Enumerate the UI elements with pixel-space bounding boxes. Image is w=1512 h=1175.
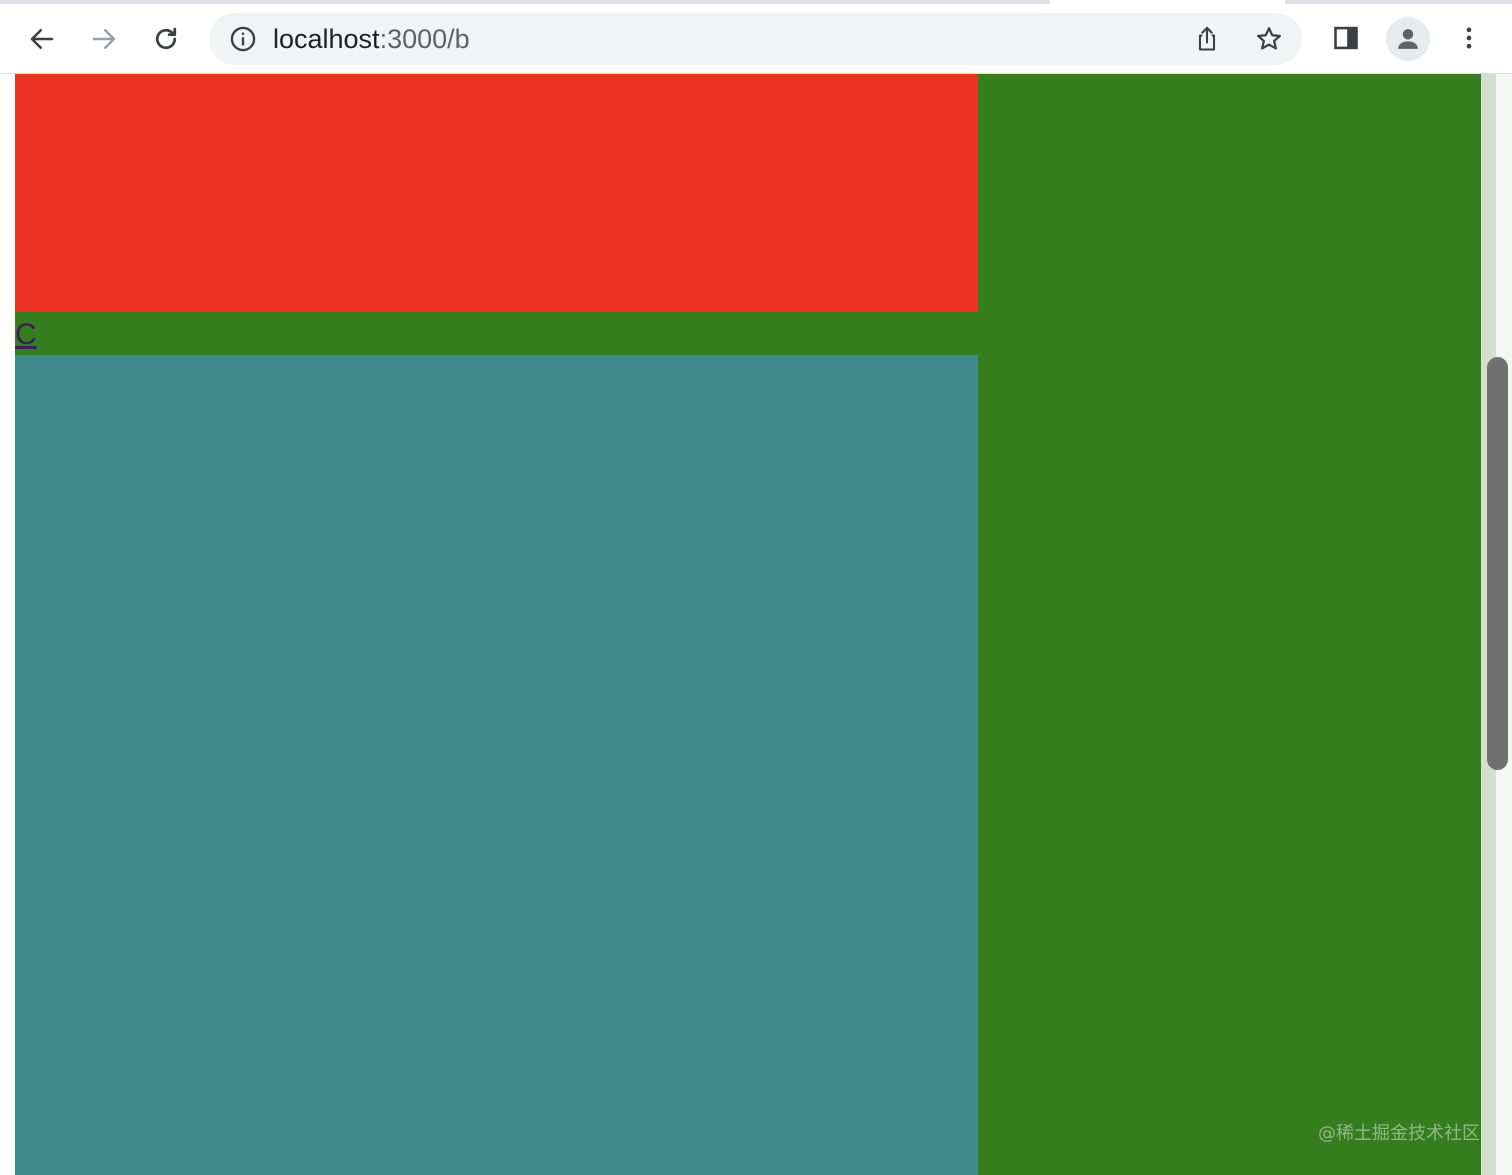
side-panel-icon [1334, 26, 1358, 50]
teal-block [15, 355, 978, 1175]
page-viewport: C @稀土掘金技术社区 [0, 74, 1512, 1175]
profile-button[interactable] [1386, 17, 1430, 61]
tab-strip-edge [0, 0, 1050, 4]
arrow-right-icon [92, 29, 116, 49]
scrollbar-thumb[interactable] [1487, 357, 1508, 770]
url-path: :3000/b [379, 24, 470, 54]
address-bar[interactable]: localhost:3000/b [209, 13, 1302, 65]
share-button[interactable] [1191, 23, 1223, 55]
browser-toolbar: localhost:3000/b [0, 0, 1512, 74]
reload-button[interactable] [144, 17, 188, 61]
bookmark-button[interactable] [1253, 23, 1285, 55]
arrow-left-icon [30, 29, 54, 49]
red-block [15, 74, 978, 312]
link-c[interactable]: C [15, 318, 37, 352]
watermark-text: @稀土掘金技术社区 [1318, 1123, 1480, 1144]
reload-icon [155, 27, 177, 50]
link-row: C [15, 312, 978, 355]
kebab-menu-icon [1466, 27, 1472, 49]
url-host: localhost [273, 24, 380, 54]
browser-window: localhost:3000/b C @稀土掘金技术社区 [0, 0, 1512, 1175]
tab-strip-edge-right [1285, 0, 1512, 4]
back-button[interactable] [20, 17, 64, 61]
share-icon [1198, 26, 1216, 51]
info-icon[interactable] [229, 25, 257, 53]
forward-button[interactable] [82, 17, 126, 61]
star-icon [1257, 27, 1281, 50]
page-margin [0, 74, 15, 1175]
url-text[interactable]: localhost:3000/b [273, 23, 470, 55]
side-panel-button[interactable] [1326, 18, 1366, 58]
menu-button[interactable] [1449, 18, 1489, 58]
person-icon [1398, 29, 1418, 49]
